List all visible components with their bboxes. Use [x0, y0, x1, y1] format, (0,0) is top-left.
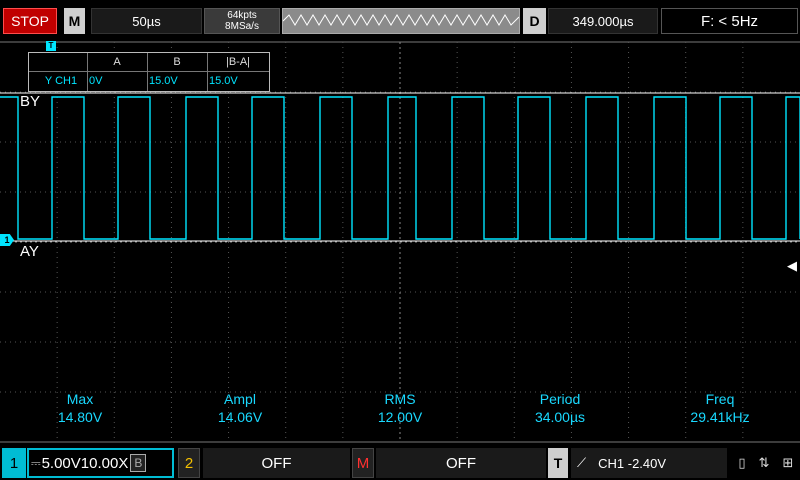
measurement-freq: Freq 29.41kHz [690, 391, 750, 425]
ch2-key[interactable]: 2 [178, 448, 200, 478]
cursor-table-row: Y CH1 0V 15.0V 15.0V [29, 72, 269, 90]
measurement-max: Max 14.80V [57, 391, 103, 425]
ch1-probe: 10.00X [80, 454, 129, 472]
math-key[interactable]: M [352, 448, 374, 478]
ch1-scale: 5.00V [41, 454, 81, 472]
trigger-key[interactable]: T [548, 448, 568, 478]
value-b-minus-a: 15.0V [209, 75, 238, 87]
trigger-level-arrow-icon[interactable]: ◀ [787, 258, 797, 274]
ch1-settings[interactable]: ⎓ 5.00V 10.00X B [27, 448, 174, 478]
math-state[interactable]: OFF [376, 448, 546, 478]
measurement-period: Period 34.00µs [534, 391, 586, 425]
measurement-rms: RMS 12.00V [377, 391, 423, 425]
bandwidth-limit-icon: B [130, 454, 147, 472]
measurement-ampl: Ampl 14.06V [217, 391, 263, 425]
graticule [0, 41, 800, 443]
header-a: A [113, 56, 121, 68]
rising-edge-icon: ⟋ [577, 455, 587, 471]
header-b-minus-a: |B-A| [225, 56, 251, 68]
header-b: B [173, 56, 181, 68]
ch1-key[interactable]: 1 [2, 448, 26, 478]
cursor-a-label: AY [20, 243, 39, 260]
usb-icon: ▯ [738, 455, 746, 471]
lan-icon: ⇅ [758, 455, 770, 471]
network-icon: ⊞ [782, 455, 794, 471]
trigger-source: CH1 [598, 455, 625, 471]
cursor-b-label: BY [20, 93, 41, 110]
dc-coupling-icon: ⎓ [31, 455, 41, 470]
trigger-position-marker: T [46, 41, 56, 51]
value-b: 15.0V [149, 75, 178, 87]
trigger-settings[interactable]: ⟋ CH1 -2.40V [571, 448, 727, 478]
channel-status-bar: 1 ⎓ 5.00V 10.00X B 2 OFF M OFF T ⟋ CH1 -… [0, 445, 800, 480]
cursor-table-header: A B |B-A| [29, 53, 269, 71]
row-label: Y CH1 [44, 75, 78, 87]
trigger-level: -2.40V [627, 455, 667, 471]
value-a: 0V [89, 75, 103, 87]
ch2-state[interactable]: OFF [203, 448, 350, 478]
cursor-measure-table: A B |B-A| Y CH1 0V 15.0V 15.0V [28, 52, 270, 92]
